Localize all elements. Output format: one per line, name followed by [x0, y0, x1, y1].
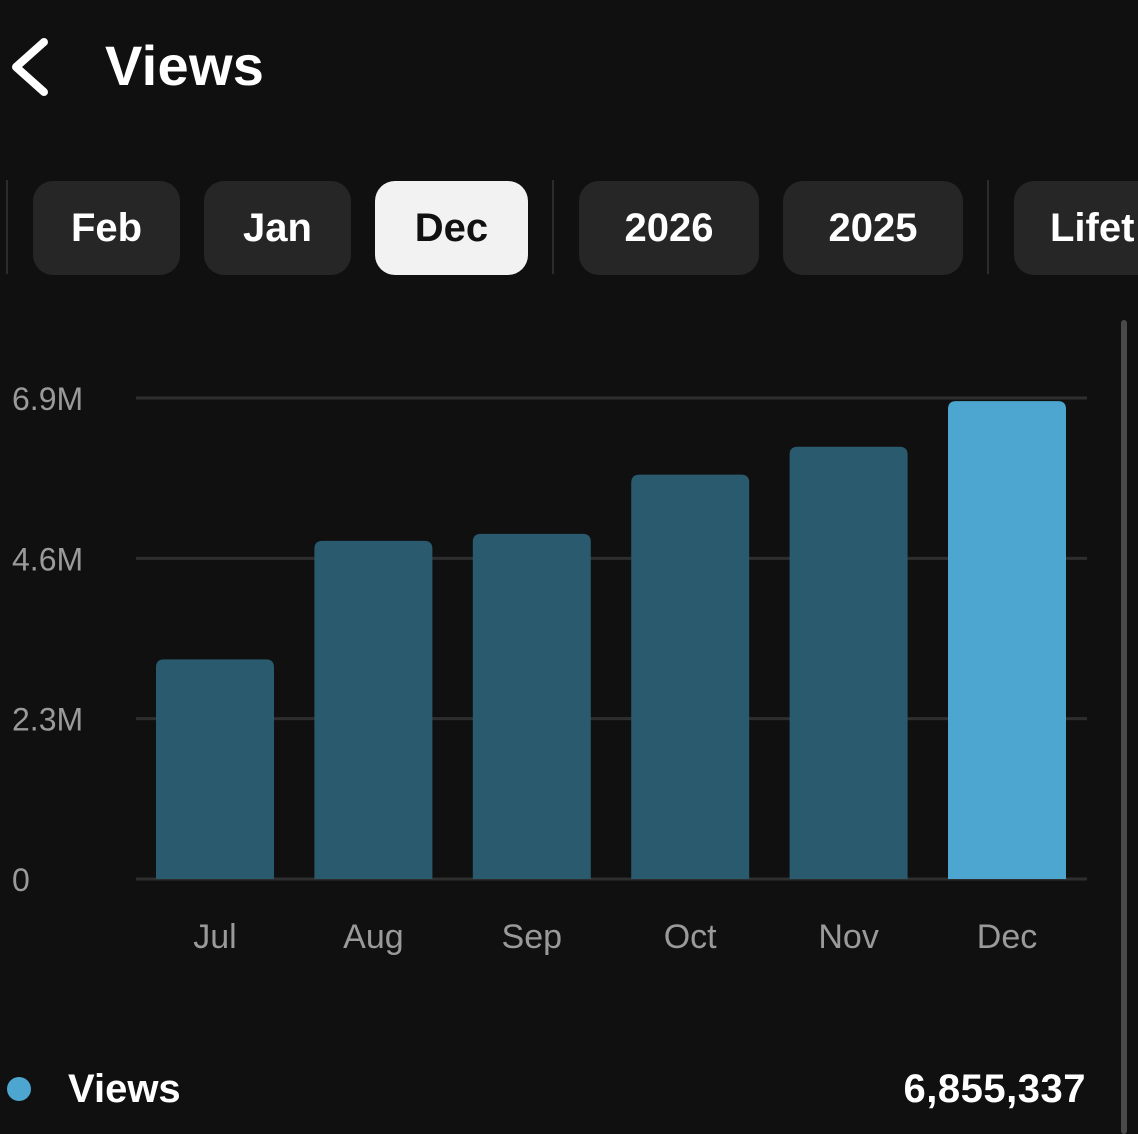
header: Views: [0, 0, 1138, 140]
legend-label: Views: [68, 1067, 181, 1111]
page-title: Views: [105, 34, 265, 97]
x-tick-label: Nov: [818, 918, 878, 956]
legend: Views 6,855,337: [0, 1056, 1138, 1120]
views-insights-screen: Views Feb Jan Dec 2026 2025 Lifet 0 2.3M 4…: [0, 0, 1138, 1134]
bar-chart: 0 2.3M 4.6M 6.9M Jul Aug Sep Oct Nov Dec: [12, 381, 1087, 956]
y-tick-label: 0: [12, 862, 30, 898]
x-tick-label: Dec: [977, 918, 1037, 956]
x-tick-label: Aug: [343, 918, 404, 956]
period-selector: Feb Jan Dec 2026 2025 Lifet: [0, 178, 1138, 278]
x-tick-label: Sep: [502, 918, 563, 956]
y-tick-label: 2.3M: [12, 702, 83, 738]
divider: [987, 180, 989, 274]
bar-nov: [789, 446, 908, 879]
views-chart: 0 2.3M 4.6M 6.9M Jul Aug Sep Oct Nov Dec: [0, 300, 1138, 1000]
divider: [6, 180, 8, 274]
x-tick-label: Jul: [193, 918, 236, 956]
period-lifetime-button[interactable]: Lifet: [1014, 181, 1138, 275]
y-tick-label: 4.6M: [12, 541, 83, 577]
y-tick-label: 6.9M: [12, 381, 83, 417]
bar-oct: [631, 474, 750, 879]
scrollbar[interactable]: [1121, 320, 1127, 1134]
legend-dot: [7, 1077, 31, 1101]
period-feb-button[interactable]: Feb: [33, 181, 180, 275]
period-2025-button[interactable]: 2025: [783, 181, 963, 275]
period-dec-button[interactable]: Dec: [375, 181, 528, 275]
x-tick-label: Oct: [664, 918, 717, 956]
chevron-left-icon: [12, 38, 48, 96]
back-button[interactable]: [6, 34, 58, 100]
legend-total-value: 6,855,337: [903, 1067, 1086, 1111]
bar-aug: [314, 540, 433, 879]
bar-dec: [948, 401, 1066, 879]
period-2026-button[interactable]: 2026: [579, 181, 759, 275]
bar-jul: [156, 659, 274, 879]
period-jan-button[interactable]: Jan: [204, 181, 351, 275]
divider: [552, 180, 554, 274]
bar-sep: [472, 533, 591, 879]
